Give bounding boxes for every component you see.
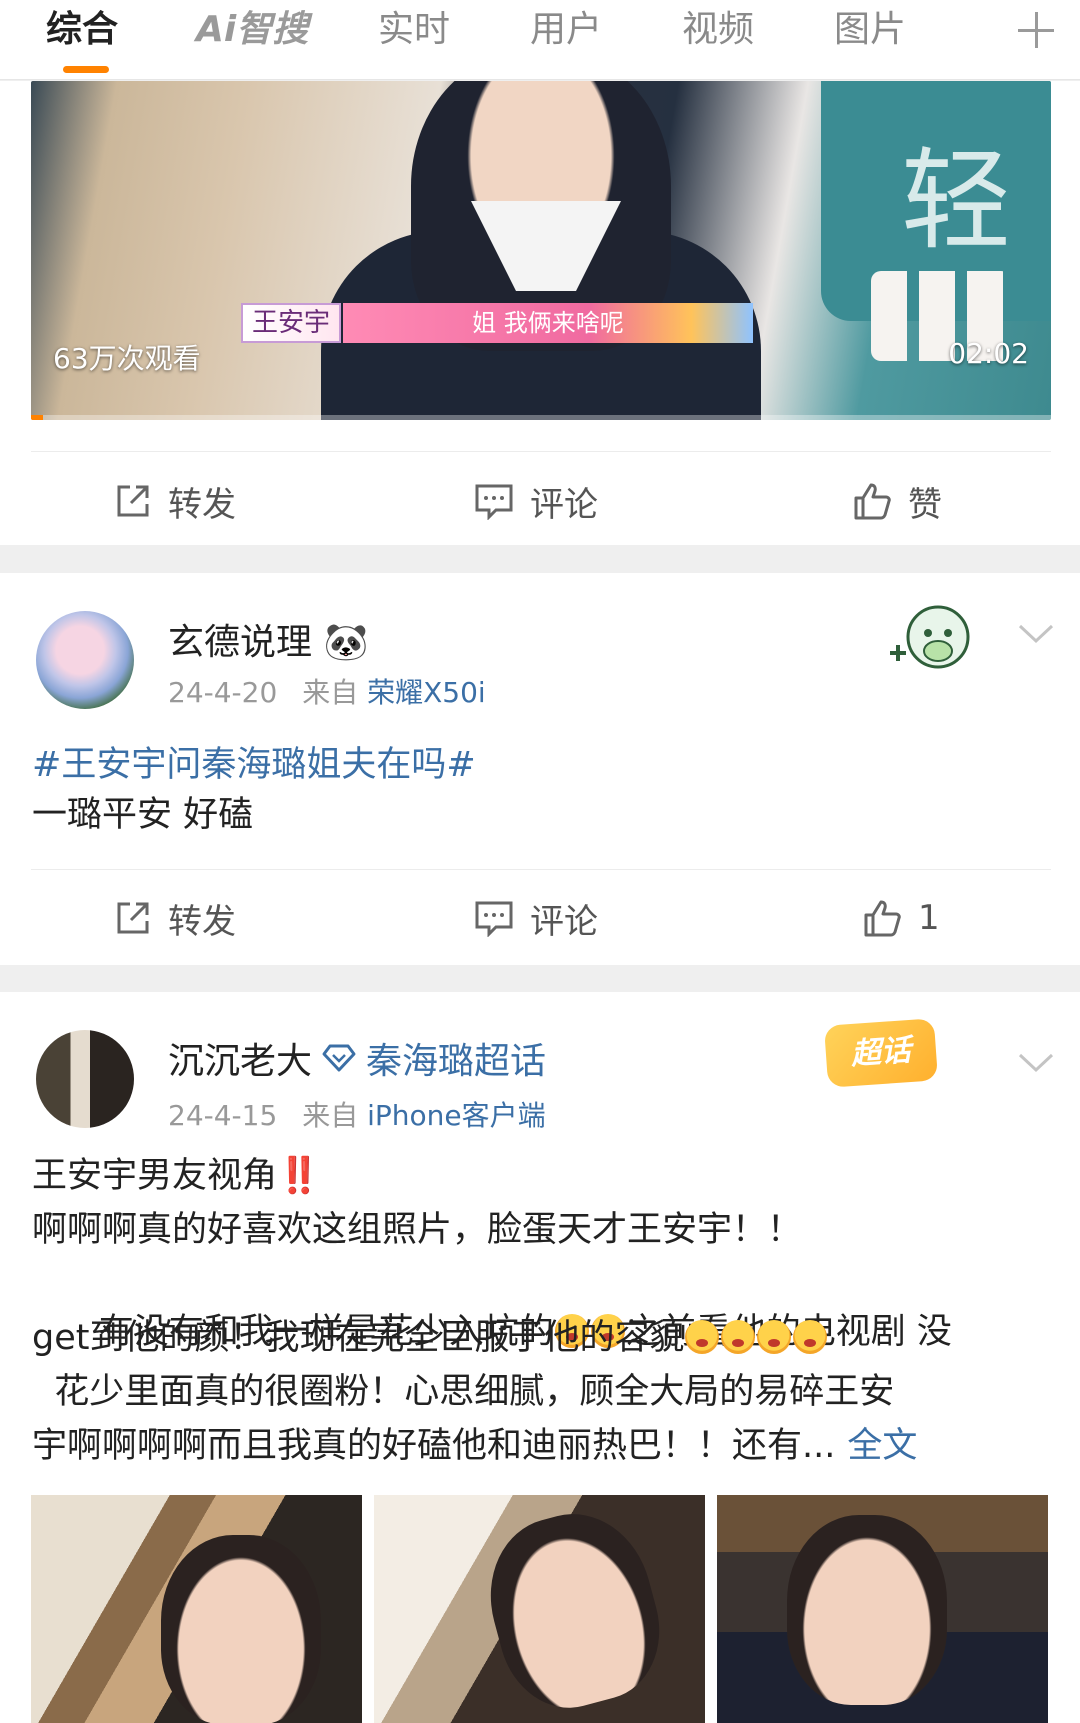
- post-text-line1: 王安宇男友视角: [32, 1156, 278, 1196]
- post-card: 沉沉老大 秦海璐超话 24-4-15 来自 iPhone客户端 超话 王安宇男友…: [0, 992, 1080, 1723]
- video-progress-bar[interactable]: [31, 415, 1051, 420]
- post-text: 一璐平安 好磕: [32, 795, 254, 835]
- diamond-icon: [322, 1044, 356, 1072]
- post-card: 玄德说理 🐼 24-4-20 来自 荣耀X50i #王安宇问秦海璐姐夫在吗# 一…: [0, 573, 1080, 965]
- post-text-line: 宇啊啊啊啊而且我真的好磕他和迪丽热巴！！还有... 全文: [32, 1422, 1052, 1470]
- video-duration: 02:02: [948, 337, 1029, 370]
- supertopic-label: 秦海璐超话: [366, 1041, 547, 1082]
- video-name-tag: 王安宇: [241, 303, 341, 343]
- tab-users[interactable]: 用户: [530, 8, 602, 52]
- double-exclamation-icon: ‼️: [277, 1156, 321, 1196]
- crying-emoji-icon: [757, 1320, 792, 1354]
- thumbs-up-icon: [854, 483, 891, 520]
- video-sign-text: 轻: [901, 137, 1011, 265]
- search-tab-bar: 综合 Ai智搜 实时 用户 视频 图片: [0, 0, 1080, 80]
- video-view-count: 63万次观看: [53, 342, 201, 375]
- post-from-label: 来自: [302, 1099, 359, 1132]
- chevron-down-icon[interactable]: [1018, 1052, 1054, 1074]
- post-source[interactable]: 荣耀X50i: [367, 676, 486, 709]
- post-text-line5: 花少里面真的很圈粉！心思细腻，顾全大局的易碎王安: [32, 1372, 895, 1412]
- repost-button[interactable]: 转发: [114, 892, 236, 944]
- divider: [31, 869, 1051, 870]
- repost-button[interactable]: 转发: [114, 475, 236, 527]
- tab-ai-search[interactable]: Ai智搜: [196, 8, 308, 52]
- repost-icon: [117, 485, 149, 517]
- tab-comprehensive[interactable]: 综合: [46, 8, 118, 52]
- like-label: 赞: [908, 484, 942, 525]
- photo-grid: [31, 1495, 1051, 1723]
- thumbs-up-icon: [864, 900, 901, 937]
- repost-icon: [117, 902, 149, 934]
- video-post-card: 轻 王安宇 姐 我俩来啥呢 63万次观看 02:02 转发 评论 赞: [0, 81, 1080, 545]
- supertopic-badge: 超话: [823, 1018, 939, 1088]
- post-date: 24-4-20: [168, 676, 278, 709]
- panda-sticker-icon: [890, 605, 970, 669]
- post-action-bar: 转发 评论 赞: [0, 461, 1080, 541]
- post-photo-2[interactable]: [374, 1495, 705, 1723]
- hashtag-link[interactable]: #王安宇问秦海璐姐夫在吗#: [32, 741, 1052, 789]
- repost-label: 转发: [168, 901, 236, 942]
- post-photo-3[interactable]: [717, 1495, 1048, 1723]
- post-username[interactable]: 玄德说理 🐼: [168, 613, 368, 665]
- video-player[interactable]: 轻 王安宇 姐 我俩来啥呢 63万次观看 02:02: [31, 81, 1051, 420]
- comment-icon: [475, 484, 513, 520]
- chevron-down-icon[interactable]: [1018, 623, 1054, 645]
- comment-label: 评论: [530, 484, 598, 525]
- photo-face: [472, 1497, 676, 1723]
- crying-emoji-icon: [721, 1320, 756, 1354]
- post-meta: 24-4-15 来自 iPhone客户端: [168, 1094, 546, 1134]
- post-text-line4: get到他的颜！我现在完全臣服于他的容貌: [32, 1318, 685, 1358]
- post-username[interactable]: 沉沉老大: [168, 1032, 312, 1084]
- divider: [31, 451, 1051, 452]
- crying-emoji-icon: [685, 1320, 720, 1354]
- photo-face: [161, 1535, 321, 1723]
- post-meta: 24-4-20 来自 荣耀X50i: [168, 671, 486, 711]
- panda-emoji-icon: 🐼: [323, 622, 369, 663]
- post-text-line: get到他的颜！我现在完全臣服于他的容貌: [32, 1314, 1052, 1362]
- tab-video[interactable]: 视频: [682, 8, 754, 52]
- supertopic-link[interactable]: 秦海璐超话: [322, 1032, 546, 1084]
- comment-icon: [475, 901, 513, 937]
- post-photo-1[interactable]: [31, 1495, 362, 1723]
- like-button[interactable]: 赞: [852, 475, 942, 527]
- read-more-link[interactable]: 全文: [847, 1426, 917, 1466]
- post-text-line6: 宇啊啊啊啊而且我真的好磕他和迪丽热巴！！还有...: [32, 1426, 836, 1466]
- username-text: 玄德说理: [168, 622, 313, 663]
- post-from-label: 来自: [302, 676, 359, 709]
- post-text-line2: 啊啊啊真的好喜欢这组照片，脸蛋天才王安宇！！: [32, 1210, 803, 1250]
- post-text-line: 王安宇男友视角‼️: [32, 1152, 1052, 1200]
- tab-images[interactable]: 图片: [834, 8, 906, 52]
- add-tab-plus-icon[interactable]: [1016, 10, 1056, 50]
- post-action-bar: 转发 评论 1: [0, 878, 1080, 958]
- post-source[interactable]: iPhone客户端: [367, 1099, 546, 1132]
- like-button[interactable]: 1: [862, 892, 940, 944]
- video-progress-fill: [31, 415, 44, 420]
- post-date: 24-4-15: [168, 1099, 278, 1132]
- like-count: 1: [918, 898, 940, 938]
- comment-button[interactable]: 评论: [474, 892, 598, 944]
- comment-button[interactable]: 评论: [474, 475, 598, 527]
- crying-emoji-icon: [793, 1320, 828, 1354]
- repost-label: 转发: [168, 484, 236, 525]
- tab-realtime[interactable]: 实时: [378, 8, 450, 52]
- active-tab-indicator: [63, 66, 109, 73]
- comment-label: 评论: [530, 901, 598, 942]
- photo-face: [787, 1515, 947, 1705]
- avatar[interactable]: [36, 611, 134, 709]
- video-subtitle-bar: 姐 我俩来啥呢: [343, 303, 753, 343]
- avatar[interactable]: [36, 1030, 134, 1128]
